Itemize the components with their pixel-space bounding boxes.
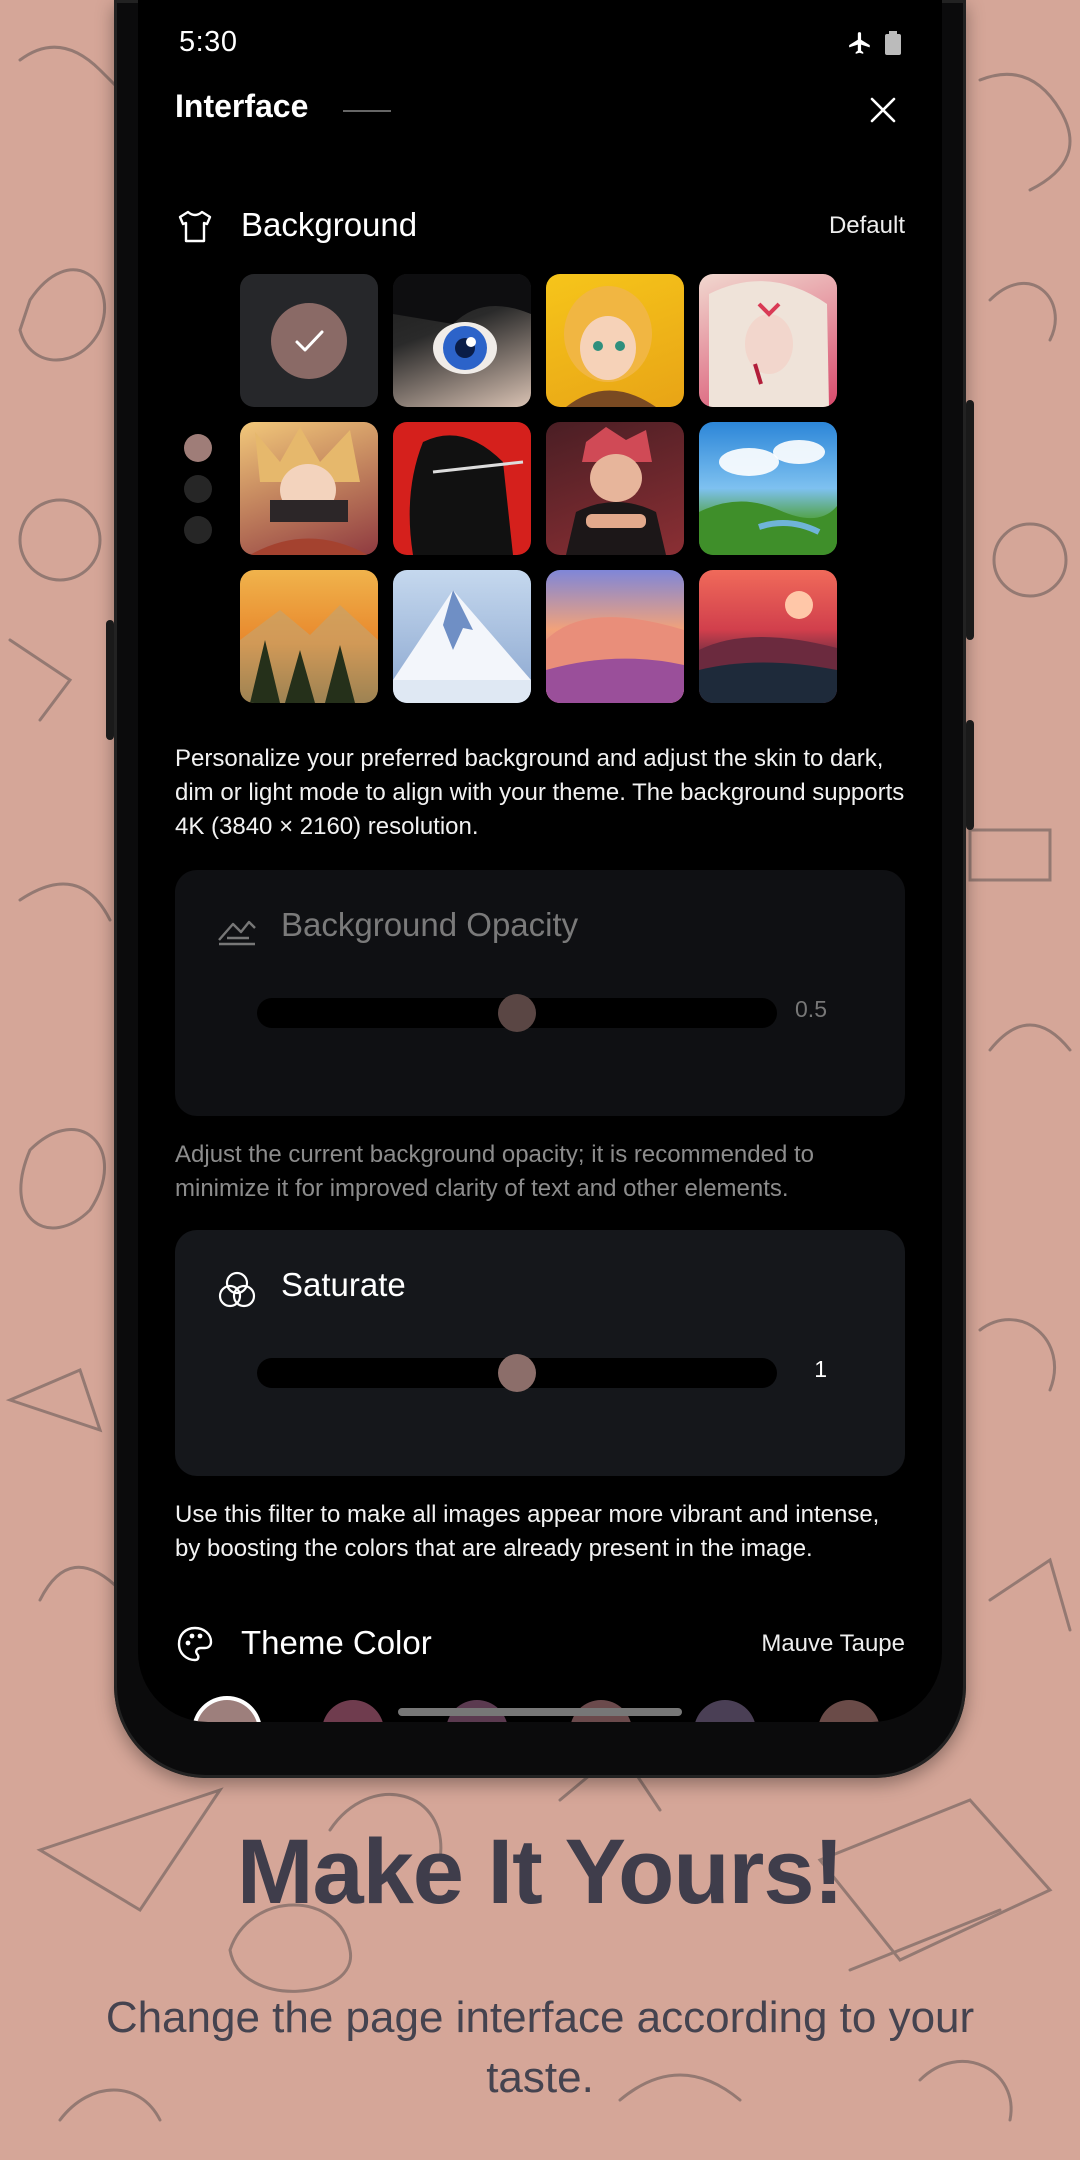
thumbnail-autumn-forest[interactable]: [240, 570, 378, 703]
title-rule: [343, 110, 391, 112]
thumbnail-default[interactable]: [240, 274, 378, 407]
opacity-label: Background Opacity: [281, 906, 579, 943]
background-label: Background: [241, 206, 418, 243]
thumbnail-anime-red-hair-boy[interactable]: [546, 422, 684, 555]
thumbnail-anime-blue-eye[interactable]: [393, 274, 531, 407]
header: Interface: [175, 88, 905, 134]
red-sunset-art: [699, 591, 837, 703]
green-landscape-art: [699, 440, 837, 555]
background-description: Personalize your preferred background an…: [175, 745, 905, 840]
thumbnail-snowy-mountain[interactable]: [393, 570, 531, 703]
opacity-value: 0.5: [795, 996, 827, 1022]
swatch[interactable]: [322, 1700, 384, 1722]
thumbnail-red-sunset[interactable]: [699, 570, 837, 703]
thumbnail-anime-red-sword[interactable]: [393, 422, 531, 555]
theme-color-value: Mauve Taupe: [761, 1630, 905, 1657]
close-icon[interactable]: [861, 88, 905, 132]
airplane-icon: [849, 32, 870, 54]
page-title: Interface: [175, 88, 309, 124]
opacity-description: Adjust the current background opacity; i…: [175, 1141, 814, 1202]
battery-icon: [885, 31, 901, 55]
page-dot[interactable]: [184, 516, 212, 544]
thumbnail-anime-white-hair[interactable]: [699, 274, 837, 407]
snowy-mountain-art: [393, 590, 531, 703]
opacity-icon: [218, 920, 256, 946]
saturate-icon: [218, 1271, 256, 1308]
theme-color-row[interactable]: Theme Color Mauve Taupe: [175, 1620, 905, 1670]
phone-side-button: [966, 400, 974, 640]
pink-desert-art: [546, 617, 684, 703]
selected-check: [271, 303, 347, 379]
autumn-forest-art: [240, 605, 378, 703]
page-indicator: [184, 434, 212, 557]
saturate-label: Saturate: [281, 1266, 406, 1303]
palette-icon: [177, 1626, 213, 1662]
home-indicator[interactable]: [398, 1708, 682, 1716]
check-icon: [295, 330, 324, 352]
opacity-card: Background Opacity 0.5: [175, 870, 905, 1116]
app-screen: 5:30 Interface Background Default Person…: [138, 0, 942, 1722]
saturate-slider-knob[interactable]: [498, 1354, 536, 1392]
background-row[interactable]: Background Default: [175, 202, 905, 252]
red-hair-boy-art: [566, 427, 666, 555]
saturate-description: Use this filter to make all images appea…: [175, 1501, 880, 1562]
background-value: Default: [828, 212, 905, 239]
thumbnail-green-landscape[interactable]: [699, 422, 837, 555]
white-hair-art: [709, 281, 829, 407]
opacity-slider-knob[interactable]: [498, 994, 536, 1032]
tshirt-icon: [178, 210, 212, 243]
saturate-card: Saturate 1: [175, 1230, 905, 1476]
page-dot[interactable]: [184, 475, 212, 503]
swatch-selected[interactable]: [196, 1700, 258, 1722]
thumbnail-anime-pink-hair[interactable]: [240, 422, 378, 555]
page-dot[interactable]: [184, 434, 212, 462]
thumbnail-anime-blonde-girl[interactable]: [546, 274, 684, 407]
blonde-girl-art: [564, 286, 656, 407]
saturate-value: 1: [814, 1356, 827, 1382]
promo-subtitle: Change the page interface according to y…: [105, 1993, 975, 2102]
thumbnail-pink-desert[interactable]: [546, 570, 684, 703]
theme-color-label: Theme Color: [241, 1624, 432, 1661]
status-bar: 5:30: [179, 26, 901, 62]
red-sword-art: [409, 435, 524, 555]
pink-hair-art: [250, 427, 368, 555]
blue-eye-art: [393, 274, 531, 374]
promo-headline: Make It Yours!: [236, 1821, 844, 1923]
phone-side-button: [966, 720, 974, 830]
status-time: 5:30: [179, 26, 238, 58]
swatch[interactable]: [694, 1700, 756, 1722]
swatch[interactable]: [818, 1700, 880, 1722]
phone-side-button: [106, 620, 114, 740]
